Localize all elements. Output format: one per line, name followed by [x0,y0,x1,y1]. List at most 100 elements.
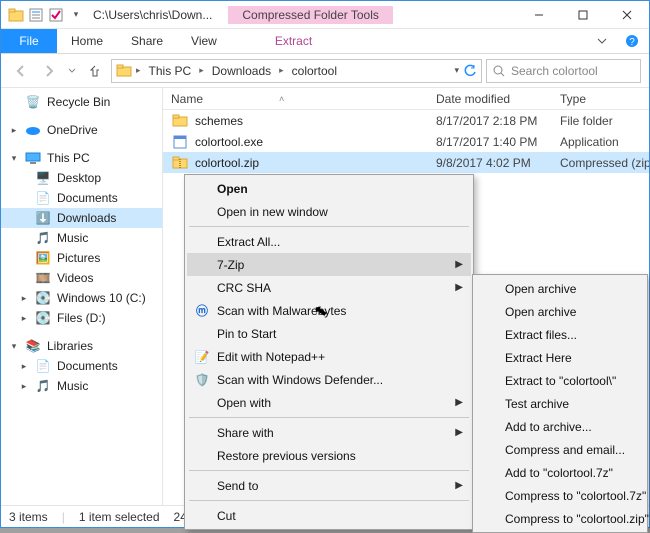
nav-onedrive[interactable]: ▸ OneDrive [1,120,162,140]
chevron-right-icon: ▶ [455,282,463,293]
qa-dropdown-icon[interactable]: ▾ [67,6,85,24]
menu-item[interactable]: Send to▶ [187,474,471,497]
help-icon[interactable]: ? [615,29,649,53]
menu-item-label: Add to "colortool.7z" [505,466,613,480]
menu-item-label: Add to archive... [505,420,592,434]
chevron-right-icon[interactable]: ▸ [279,65,284,76]
tab-file[interactable]: File [1,29,57,53]
search-icon [493,65,505,77]
column-date[interactable]: Date modified [436,92,560,106]
context-tools-label: Compressed Folder Tools [228,6,393,24]
menu-item[interactable]: 📝Edit with Notepad++ [187,345,471,368]
nav-recycle-bin[interactable]: 🗑️ Recycle Bin [1,92,162,112]
refresh-icon[interactable] [463,64,477,78]
tab-view[interactable]: View [177,29,231,53]
qa-check-icon[interactable] [47,6,65,24]
address-bar[interactable]: ▸ This PC ▸ Downloads ▸ colortool ▾ [111,59,482,83]
up-button[interactable] [83,59,107,83]
search-box[interactable]: Search colortool [486,59,641,83]
tab-extract[interactable]: Extract [261,29,326,53]
sort-asc-icon: ˄ [279,94,284,104]
column-name[interactable]: Name ˄ [171,92,436,106]
recent-dropdown-icon[interactable] [65,59,79,83]
menu-item[interactable]: Extract All... [187,230,471,253]
computer-icon [25,150,41,166]
menu-item[interactable]: Extract files... [475,323,645,346]
menu-item[interactable]: Share with▶ [187,421,471,444]
mwb-icon: ⓜ [193,302,211,319]
menu-item-label: Restore previous versions [217,449,356,463]
menu-item[interactable]: CRC SHA ▶ [187,276,471,299]
nav-videos[interactable]: 🎞️Videos [1,268,162,288]
documents-icon: 📄 [35,358,51,374]
menu-item-label: Open [217,182,248,196]
menu-item[interactable]: Add to archive... [475,415,645,438]
close-button[interactable] [605,1,649,28]
nav-row: ▸ This PC ▸ Downloads ▸ colortool ▾ Sear… [1,54,649,88]
menu-item[interactable]: Compress to "colortool.zip" and [475,507,645,530]
menu-item-label: Extract to "colortool\" [505,374,616,388]
ribbon-expand-icon[interactable] [589,29,615,53]
menu-item[interactable]: Extract to "colortool\" [475,369,645,392]
crumb-colortool[interactable]: colortool [288,64,341,78]
videos-icon: 🎞️ [35,270,51,286]
nav-documents[interactable]: 📄Documents [1,188,162,208]
nav-downloads[interactable]: ⬇️Downloads [1,208,162,228]
exe-icon [171,134,189,150]
menu-item[interactable]: 7-Zip▶ [187,253,471,276]
menu-item[interactable]: Restore previous versions [187,444,471,467]
forward-button[interactable] [37,59,61,83]
nav-drive-d[interactable]: ▸💽Files (D:) [1,308,162,328]
menu-item-label: Pin to Start [217,327,276,341]
chevron-right-icon[interactable]: ▸ [199,65,204,76]
menu-item[interactable]: Open in new window [187,200,471,223]
tab-share[interactable]: Share [117,29,177,53]
chevron-right-icon[interactable]: ▸ [136,65,141,76]
menu-item[interactable]: Cut [187,504,471,527]
back-button[interactable] [9,59,33,83]
desktop-icon: 🖥️ [35,170,51,186]
menu-item[interactable]: Open with▶ [187,391,471,414]
ribbon: File Home Share View Extract ? [1,29,649,54]
maximize-button[interactable] [561,1,605,28]
tab-home[interactable]: Home [57,29,117,53]
nav-pictures[interactable]: 🖼️Pictures [1,248,162,268]
file-date: 9/8/2017 4:02 PM [436,156,560,170]
context-menu: Open Open in new window Extract All...7-Zi… [184,174,474,530]
nav-desktop[interactable]: 🖥️Desktop [1,168,162,188]
menu-item[interactable]: Compress and email... [475,438,645,461]
nav-lib-music[interactable]: ▸🎵Music [1,376,162,396]
folder-icon [7,6,25,24]
nav-libraries[interactable]: ▾📚 Libraries [1,336,162,356]
file-row[interactable]: schemes8/17/2017 2:18 PMFile folder [163,110,649,131]
menu-item[interactable]: ⓜScan with Malwarebytes [187,299,471,322]
file-row[interactable]: colortool.zip9/8/2017 4:02 PMCompressed … [163,152,649,173]
menu-item[interactable]: Open archive [475,300,645,323]
nav-music[interactable]: 🎵Music [1,228,162,248]
menu-item[interactable]: Open archive [475,277,645,300]
menu-item[interactable]: Test archive [475,392,645,415]
menu-item[interactable]: Add to "colortool.7z" [475,461,645,484]
address-dropdown-icon[interactable]: ▾ [454,65,459,76]
downloads-icon: ⬇️ [35,210,51,226]
svg-text:?: ? [629,37,635,48]
menu-item[interactable]: Open [187,177,471,200]
nav-this-pc[interactable]: ▾ This PC [1,148,162,168]
nav-lib-documents[interactable]: ▸📄Documents [1,356,162,376]
menu-item-label: Share with [217,426,274,440]
window-controls [517,1,649,28]
menu-item[interactable]: Compress to "colortool.7z" and [475,484,645,507]
crumb-downloads[interactable]: Downloads [208,64,275,78]
menu-item[interactable]: Extract Here [475,346,645,369]
menu-item[interactable]: 🛡️Scan with Windows Defender... [187,368,471,391]
nav-drive-c[interactable]: ▸💽Windows 10 (C:) [1,288,162,308]
column-type[interactable]: Type [560,92,649,106]
menu-item[interactable]: Pin to Start [187,322,471,345]
minimize-button[interactable] [517,1,561,28]
qa-properties-icon[interactable] [27,6,45,24]
recycle-bin-icon: 🗑️ [25,94,41,110]
crumb-this-pc[interactable]: This PC [145,64,196,78]
file-row[interactable]: colortool.exe8/17/2017 1:40 PMApplicatio… [163,131,649,152]
menu-item-label: CRC SHA [217,281,271,295]
file-name: colortool.zip [195,156,436,170]
